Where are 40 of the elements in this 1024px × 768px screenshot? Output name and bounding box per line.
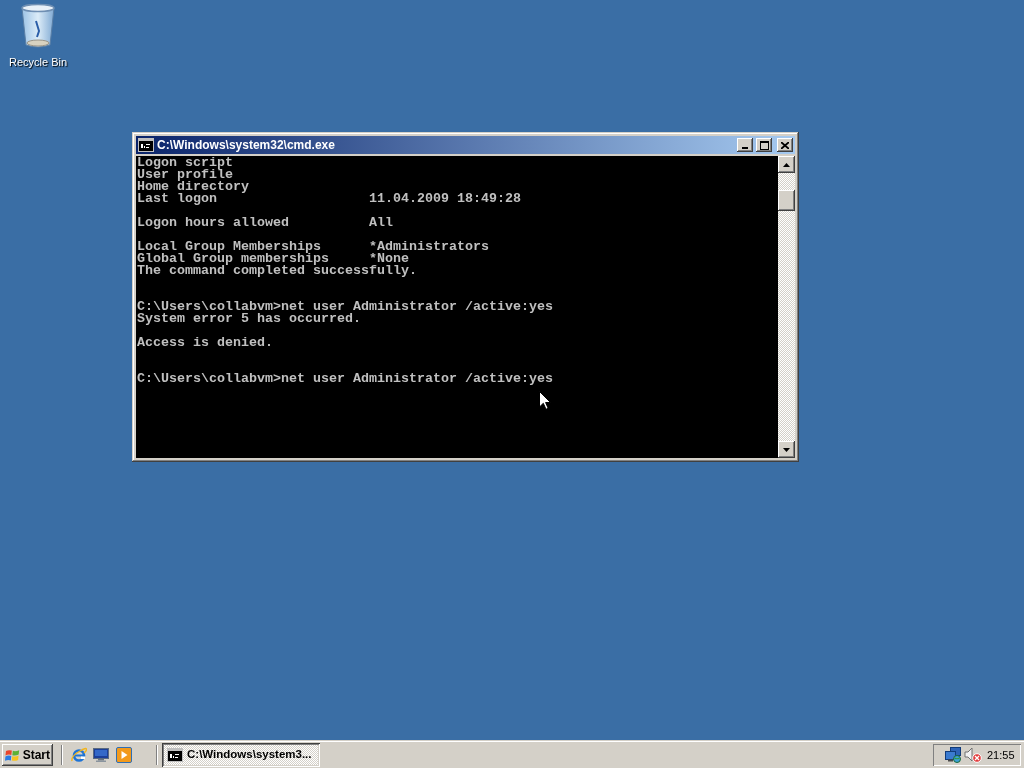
console-line: C:\Users\collabvm>net user Administrator /active:yes [137,301,554,313]
window-title-bar[interactable]: C:\Windows\system32\cmd.exe [136,136,795,154]
mouse-pointer-icon [539,391,551,410]
muted-speaker-icon[interactable] [964,747,982,763]
console-line: Home directory [137,181,250,193]
console-icon [167,748,183,762]
clock-time[interactable]: 21:55 [987,746,1015,764]
console-line: The command completed successfully. [137,265,418,277]
close-icon [781,141,789,149]
console-line: Local Group Memberships *Administrators [137,241,490,253]
minimize-button[interactable] [737,138,753,152]
scrollbar-thumb[interactable] [778,190,795,211]
taskbar-window-button[interactable]: C:\Windows\system3... [162,743,320,767]
maximize-icon [759,140,769,150]
console-line: Global Group memberships *None [137,253,409,265]
window-title: C:\Windows\system32\cmd.exe [157,138,336,152]
console-line: Logon script [137,157,234,169]
console-line: User profile [137,169,233,181]
down-arrow-icon [783,447,790,452]
close-button[interactable] [777,138,793,152]
console-line: C:\Users\collabvm>net user Administrator /active:yes [137,373,554,385]
scroll-up-button[interactable] [778,156,795,173]
browser-icon[interactable] [71,747,87,763]
recycle-bin-icon[interactable] [20,3,56,49]
scroll-down-button[interactable] [778,441,795,458]
console-line: Last logon 11.04.2009 18:49:28 [137,193,522,205]
up-arrow-icon [783,162,790,167]
start-button[interactable]: Start [2,744,53,766]
flag-icon [5,748,20,762]
console-line: Access is denied. [137,337,274,349]
desktop-icon-label[interactable]: Recycle Bin [8,56,68,69]
monitor-icon[interactable] [93,748,109,762]
play-icon[interactable] [116,747,132,763]
vertical-scrollbar[interactable] [778,156,795,458]
console-line: System error 5 has occurred. [137,313,362,325]
maximize-button[interactable] [756,138,772,152]
console-icon [138,138,154,152]
minimize-icon [742,147,748,149]
console-line: Logon hours allowed All [137,217,394,229]
network-icon[interactable] [945,747,962,763]
